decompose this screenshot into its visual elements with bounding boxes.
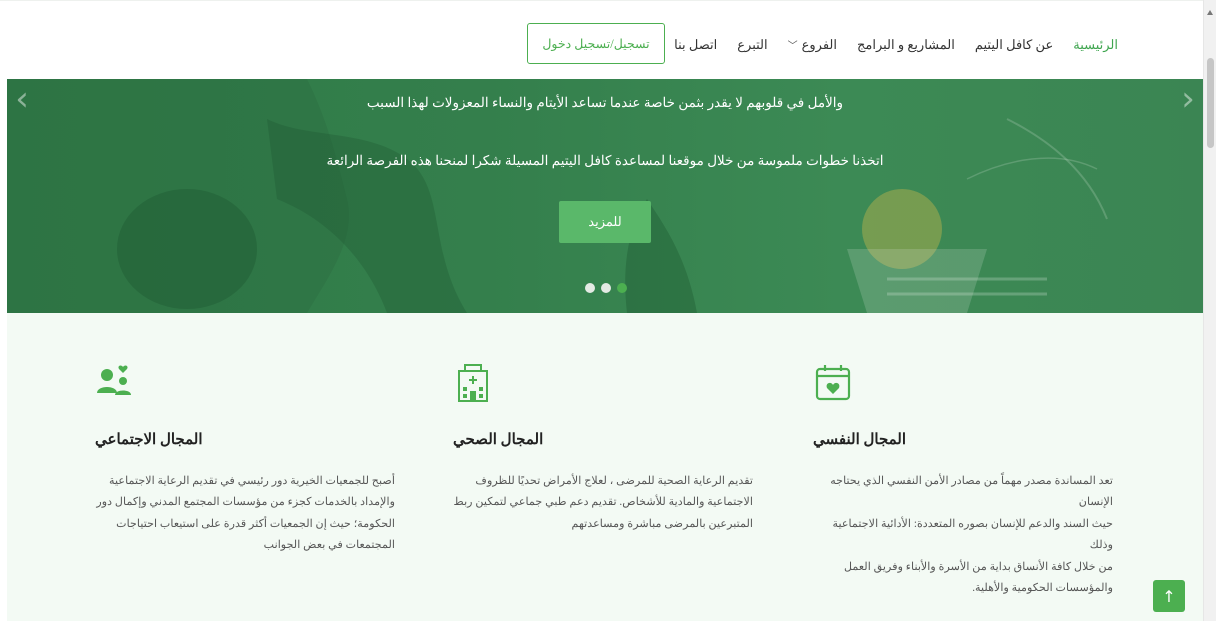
feature-text-psych: تعد المساندة مصدر مهماً من مصادر الأمن ا… [813,471,1113,599]
feature-text-psych-line-4: والمؤسسات الحكومية والأهلية. [972,582,1113,595]
nav-item-projects[interactable]: المشاريع و البرامج [847,37,965,53]
carousel-indicators [585,283,627,293]
carousel-dot-1[interactable] [585,283,595,293]
scrollbar-thumb[interactable] [1207,58,1214,148]
feature-text-social-line-3: الحكومة؛ حيث إن الجمعيات أكثر قدرة على ا… [116,517,395,530]
feature-text-health-line-1: تقديم الرعاية الصحية للمرضى ، لعلاج الأم… [475,475,753,487]
nav-item-about[interactable]: عن كافل اليتيم [965,37,1063,53]
feature-text-psych-line-1: تعد المساندة مصدر مهماً من مصادر الأمن ا… [830,475,1113,509]
hero-background-image [7,79,1108,313]
nav-item-contact[interactable]: اتصل بنا [664,37,727,53]
feature-title-psych: المجال النفسي [813,432,907,448]
more-button[interactable]: للمزيد [559,201,651,243]
nav-item-branches[interactable]: الفروع﹀ [778,37,847,53]
scroll-up-arrow-icon[interactable] [1207,10,1213,15]
hero-text-line-1: والأمل في قلوبهم لا يقدر بثمن خاصة عندما… [366,95,844,110]
people-heart-icon [97,365,131,395]
nav-item-home[interactable]: الرئيسية [1063,37,1128,53]
hero-text-line-2: اتخذنا خطوات ملموسة من خلال موقعنا لمساع… [326,153,884,168]
feature-text-social-line-2: والإمداد بالخدمات كجزء من مؤسسات المجتمع… [96,496,395,509]
features-section: المجال الاجتماعي أصبح للجمعيات الخيرية د… [7,313,1203,621]
feature-text-social-line-4: المجتمعات في بعض الجوانب [263,539,395,552]
hero-carousel: ‹ › والأمل في قلوبهم لا يقدر بثمن خاصة ع… [7,79,1203,313]
site-header: الرئيسية عن كافل اليتيم المشاريع و البرا… [0,0,1203,79]
feature-text-social: أصبح للجمعيات الخيرية دور رئيسي في تقديم… [95,471,395,557]
chevron-down-icon: ﹀ [787,41,798,52]
nav-item-donate[interactable]: التبرع [727,37,777,53]
feature-title-health: المجال الصحي [453,432,544,448]
feature-text-health-line-3: المتبرعين بالمرضى مباشرة ومساعدتهم [571,517,754,530]
feature-title-social: المجال الاجتماعي [95,432,203,448]
calendar-heart-icon [815,365,851,401]
nav-item-branches-label: الفروع [801,37,837,52]
scroll-to-top-button[interactable]: ↑ [1153,580,1185,612]
hospital-icon [458,364,488,402]
feature-text-health: تقديم الرعاية الصحية للمرضى ، لعلاج الأم… [453,471,753,535]
feature-text-psych-line-2: حيث السند والدعم للإنسان بصوره المتعددة:… [832,517,1113,552]
feature-text-psych-line-3: من خلال كافة الأنساق بداية من الأسرة وال… [843,560,1113,573]
arrow-up-icon: ↑ [1162,586,1176,606]
page-scrollbar[interactable] [1203,0,1216,621]
main-nav: الرئيسية عن كافل اليتيم المشاريع و البرا… [664,27,1128,63]
feature-text-social-line-1: أصبح للجمعيات الخيرية دور رئيسي في تقديم… [109,475,395,487]
login-register-button[interactable]: تسجيل/تسجيل دخول [527,23,665,64]
carousel-dot-3[interactable] [617,283,627,293]
carousel-dot-2[interactable] [601,283,611,293]
feature-text-health-line-2: الاجتماعية والمادية للأشخاص. تقديم دعم ط… [453,496,753,509]
